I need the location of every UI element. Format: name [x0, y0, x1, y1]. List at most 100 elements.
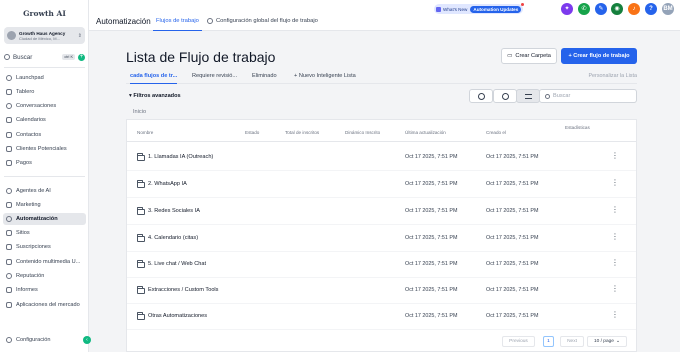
column-header[interactable]: Estadísticas — [565, 125, 590, 130]
table-row[interactable]: 5. Live chat / Web Chat Oct 17 2025, 7:51… — [127, 252, 636, 278]
column-header[interactable]: Creado el — [486, 130, 506, 135]
bell-icon[interactable]: ♪ — [628, 3, 640, 15]
page-number-button[interactable]: 1 — [543, 336, 554, 347]
workflow-search-input[interactable]: Buscar — [539, 89, 637, 103]
sidebar-item-contenido-multimedia[interactable]: Contenido multimedia U... — [3, 256, 86, 268]
page-title: Lista de Flujo de trabajo — [126, 49, 276, 65]
history-view-button[interactable] — [493, 89, 517, 103]
folder-icon — [137, 286, 145, 294]
search-icon — [4, 54, 10, 60]
updated-date: Oct 17 2025, 7:51 PM — [405, 261, 458, 267]
more-options-icon[interactable]: ⋮ — [611, 152, 619, 160]
more-options-icon[interactable]: ⋮ — [611, 179, 619, 187]
page-size-select[interactable]: 10 / page ⌄ — [587, 336, 627, 347]
main-content: Lista de Flujo de trabajo ▭ Crear Carpeta… — [89, 31, 680, 352]
next-page-button[interactable]: Next — [560, 336, 584, 347]
sidebar-item-sitios[interactable]: Sitios — [3, 227, 86, 239]
more-options-icon[interactable]: ⋮ — [611, 206, 619, 214]
sidebar-item-aplicaciones[interactable]: Aplicaciones del mercado — [3, 299, 86, 311]
folder-icon — [137, 260, 145, 268]
folder-icon — [137, 207, 145, 215]
whats-new-pill[interactable]: What's New Automation Updates — [434, 3, 525, 14]
megaphone-icon[interactable]: ✎ — [595, 3, 607, 15]
tab-all-workflows[interactable]: cada flujos de tr... — [130, 73, 178, 84]
tab-configuracion-global[interactable]: Configuración global del flujo de trabaj… — [207, 18, 318, 24]
star-icon — [6, 273, 12, 279]
customize-list-link[interactable]: Personalizar la Lista — [588, 73, 637, 79]
sidebar-item-automatizacion[interactable]: Automatización — [3, 213, 86, 225]
sidebar-item-calendarios[interactable]: Calendarios — [3, 114, 86, 126]
divider — [4, 67, 85, 68]
column-header[interactable]: Dinámico Inscrito — [345, 130, 380, 135]
phone-icon[interactable]: ✆ — [578, 3, 590, 15]
sidebar-item-suscripciones[interactable]: Suscripciones — [3, 241, 86, 253]
quick-add-icon[interactable]: + — [78, 53, 85, 61]
payments-icon — [6, 160, 12, 166]
tab-flujos-de-trabajo[interactable]: Flujos de trabajo — [153, 18, 202, 31]
sidebar-item-contactos[interactable]: Contactos — [3, 129, 86, 141]
workflow-table: Nombre Estado Total de inscritos Dinámic… — [126, 119, 637, 352]
tab-needs-review[interactable]: Requiere revisió... — [192, 73, 237, 79]
table-row[interactable]: 2. WhatsApp IA Oct 17 2025, 7:51 PM Oct 17… — [127, 172, 636, 198]
automation-updates-badge: Automation Updates — [470, 5, 522, 13]
create-folder-button[interactable]: ▭ Crear Carpeta — [501, 48, 557, 64]
sidebar-item-launchpad[interactable]: Launchpad — [3, 72, 86, 84]
settings-icon — [207, 18, 213, 24]
workflow-name[interactable]: Extracciones / Custom Tools — [148, 287, 218, 293]
workflow-name[interactable]: 4. Calendario (citas) — [148, 235, 198, 241]
new-smart-list-button[interactable]: + Nuevo Inteligente Lista — [294, 73, 356, 79]
sidebar-item-clientes-potenciales[interactable]: Clientes Potenciales — [3, 143, 86, 155]
workflow-name[interactable]: 1. Llamadas IA (Outreach) — [148, 154, 213, 160]
sidebar-item-marketing[interactable]: Marketing — [3, 199, 86, 211]
column-header[interactable]: Estado — [245, 130, 259, 135]
megaphone-icon — [6, 202, 12, 208]
sidebar-item-agentes-ai[interactable]: Agentes de AI — [3, 185, 86, 197]
user-avatar[interactable]: BM — [662, 3, 674, 15]
table-row[interactable]: Extracciones / Custom Tools Oct 17 2025, … — [127, 278, 636, 304]
advanced-filters-button[interactable]: ▾ Filtros avanzados — [129, 93, 181, 99]
sidebar-item-configuracion[interactable]: Configuración — [3, 334, 86, 346]
sidebar-search[interactable]: Buscar ctrl K + — [4, 52, 85, 62]
sidebar-item-reputacion[interactable]: Reputación — [3, 270, 86, 282]
table-row[interactable]: 4. Calendario (citas) Oct 17 2025, 7:51 P… — [127, 226, 636, 252]
workflow-name[interactable]: 2. WhatsApp IA — [148, 181, 187, 187]
updated-date: Oct 17 2025, 7:51 PM — [405, 287, 458, 293]
sidebar-item-tablero[interactable]: Tablero — [3, 86, 86, 98]
table-row[interactable]: 1. Llamadas IA (Outreach) Oct 17 2025, 7:… — [127, 145, 636, 171]
column-header[interactable]: Nombre — [137, 130, 153, 135]
help-icon[interactable]: ? — [645, 3, 657, 15]
created-date: Oct 17 2025, 7:51 PM — [486, 154, 539, 160]
subscriptions-icon — [6, 244, 12, 250]
created-date: Oct 17 2025, 7:51 PM — [486, 287, 539, 293]
create-workflow-button[interactable]: + Crear flujo de trabajo — [561, 48, 637, 64]
agency-switcher[interactable]: Growth Haus Agency Ciudad de México, M..… — [4, 27, 85, 44]
more-options-icon[interactable]: ⋮ — [611, 259, 619, 267]
ai-agent-icon — [6, 188, 12, 194]
previous-page-button[interactable]: Previous — [502, 336, 535, 347]
more-options-icon[interactable]: ⋮ — [611, 233, 619, 241]
magic-icon[interactable]: ✦ — [561, 3, 573, 15]
created-date: Oct 17 2025, 7:51 PM — [486, 208, 539, 214]
column-header[interactable]: Última actualización — [405, 130, 446, 135]
sidebar-item-pagos[interactable]: Pagos — [3, 157, 86, 169]
sidebar-item-conversaciones[interactable]: Conversaciones — [3, 100, 86, 112]
table-row[interactable]: 3. Redes Sociales IA Oct 17 2025, 7:51 PM… — [127, 199, 636, 225]
stats-view-button[interactable] — [469, 89, 493, 103]
column-header[interactable]: Total de inscritos — [285, 130, 319, 135]
gear-icon — [6, 337, 12, 343]
more-options-icon[interactable]: ⋮ — [611, 311, 619, 319]
divider — [127, 141, 636, 142]
tab-deleted[interactable]: Eliminado — [252, 73, 277, 79]
workflow-name[interactable]: 3. Redes Sociales IA — [148, 208, 200, 214]
folder-icon — [137, 180, 145, 188]
table-row[interactable]: Otras Automatizaciones Oct 17 2025, 7:51 … — [127, 304, 636, 330]
sidebar-item-informes[interactable]: Informes — [3, 284, 86, 296]
chat-icon[interactable]: ◉ — [611, 3, 623, 15]
apps-icon — [6, 302, 12, 308]
automation-icon — [6, 216, 12, 222]
breadcrumb[interactable]: Inicio — [133, 109, 146, 115]
list-view-button[interactable] — [516, 89, 540, 103]
workflow-name[interactable]: Otras Automatizaciones — [148, 313, 207, 319]
workflow-name[interactable]: 5. Live chat / Web Chat — [148, 261, 206, 267]
more-options-icon[interactable]: ⋮ — [611, 285, 619, 293]
